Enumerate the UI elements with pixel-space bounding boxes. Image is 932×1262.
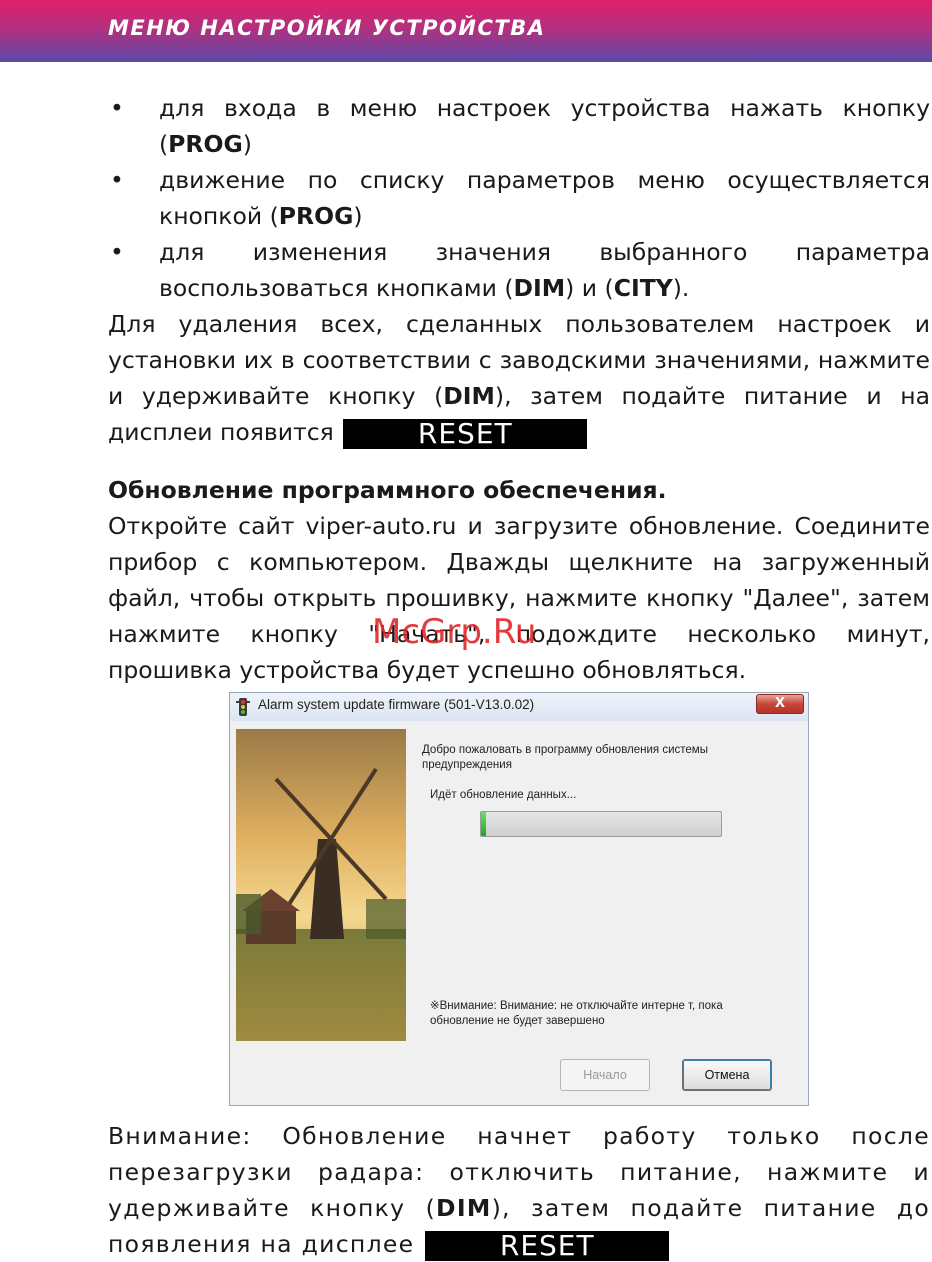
cancel-button[interactable]: Отмена: [682, 1059, 772, 1091]
section-title: Обновление программного обеспечения.: [108, 476, 667, 504]
close-button[interactable]: X: [756, 694, 804, 714]
button-name: DIM: [513, 274, 566, 302]
reset-display: RESET: [425, 1230, 670, 1261]
instruction-list: • для входа в меню настроек устройства на…: [108, 90, 930, 306]
header-title: МЕНЮ НАСТРОЙКИ УСТРОЙСТВА: [108, 16, 546, 40]
bullet-icon: •: [110, 238, 124, 266]
reset-display: RESET: [343, 418, 588, 449]
bullet-icon: •: [110, 94, 124, 122]
watermark: McGrp.Ru: [372, 612, 537, 652]
reset-paragraph: Для удаления всех, сделанных пользовател…: [108, 310, 930, 450]
warning-paragraph: Внимание: Обновление начнет работу тольк…: [108, 1122, 931, 1262]
update-paragraph: Откройте сайт viper-auto.ru и загрузите …: [108, 512, 930, 684]
main-content: • для входа в меню настроек устройства на…: [108, 90, 930, 688]
progress-bar: [480, 811, 722, 837]
list-item: • для входа в меню настроек устройства на…: [108, 90, 930, 162]
bullet-icon: •: [110, 166, 124, 194]
progress-fill: [481, 812, 486, 836]
button-name: PROG: [278, 202, 354, 230]
windmill-image: [236, 729, 406, 1041]
welcome-text: Добро пожаловать в программу обновления …: [422, 744, 708, 771]
dialog-titlebar[interactable]: Alarm system update firmware (501-V13.0.…: [230, 693, 808, 721]
traffic-light-icon: [236, 698, 250, 716]
list-item: • движение по списку параметров меню осущ…: [108, 162, 930, 234]
page-header: МЕНЮ НАСТРОЙКИ УСТРОЙСТВА: [0, 0, 932, 62]
dialog-title: Alarm system update firmware (501-V13.0.…: [258, 697, 535, 712]
button-name: CITY: [613, 274, 673, 302]
button-name: DIM: [436, 1194, 492, 1222]
update-dialog: Alarm system update firmware (501-V13.0.…: [229, 692, 809, 1106]
list-item: • для изменения значения выбранного парам…: [108, 234, 930, 306]
button-name: PROG: [168, 130, 243, 158]
warning-text: ※Внимание: Внимание: не отключайте интер…: [430, 1000, 723, 1027]
button-name: DIM: [443, 382, 495, 410]
status-text: Идёт обновление данных...: [430, 789, 577, 801]
start-button[interactable]: Начало: [560, 1059, 650, 1091]
